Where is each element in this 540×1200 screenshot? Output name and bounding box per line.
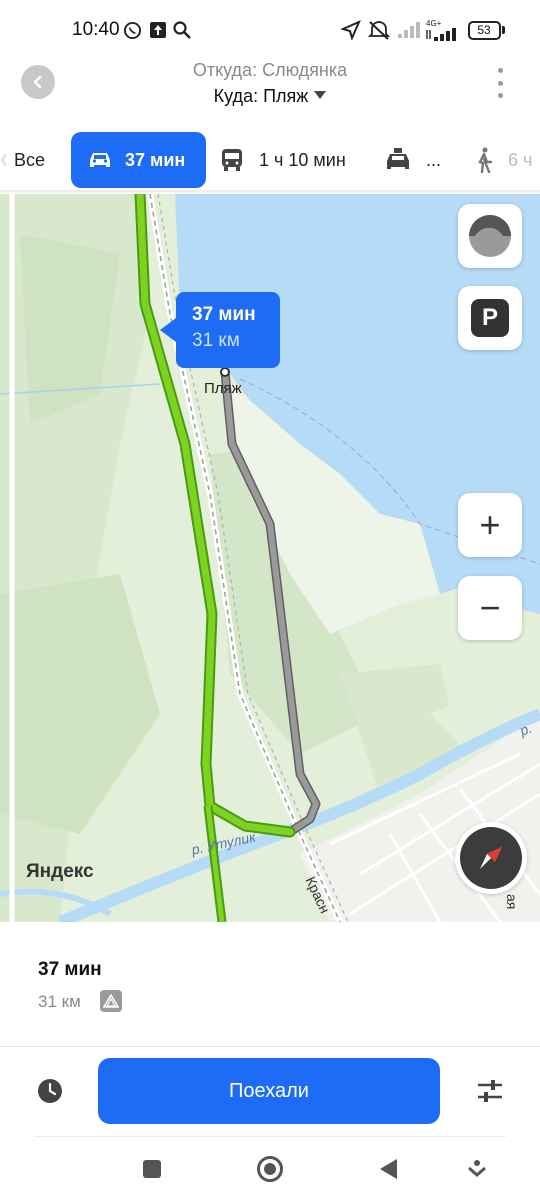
tab-label: ...: [426, 149, 442, 170]
route-settings-button[interactable]: [476, 1078, 504, 1104]
square-icon: [143, 1160, 161, 1178]
yandex-logo: Яндекс: [26, 861, 94, 882]
zoom-out-button[interactable]: −: [458, 576, 522, 640]
bus-icon: [221, 148, 243, 172]
network-type: 4G+: [426, 18, 442, 28]
battery-level: 53: [467, 20, 501, 40]
go-button[interactable]: Поехали: [98, 1058, 440, 1124]
zoom-in-button[interactable]: +: [458, 493, 522, 557]
tab-label: 6 ч: [508, 149, 533, 170]
bubble-time: 37 мин: [192, 304, 256, 325]
tab-label: Все: [14, 149, 46, 170]
transport-tabs: Все 37 мин 1 ч 10 мин ... 6 ч: [0, 132, 540, 188]
taxi-icon: [384, 147, 412, 173]
tab-all[interactable]: Все: [0, 132, 45, 188]
recents-button[interactable]: [137, 1154, 167, 1184]
status-bar: 10:40 4G+ 53: [0, 0, 540, 60]
route-to-label: Куда: Пляж: [213, 86, 309, 106]
mute-icon: [368, 19, 390, 41]
action-row: Поехали: [0, 1058, 540, 1124]
assistant-button[interactable]: [462, 1154, 492, 1184]
upload-icon: [148, 19, 168, 41]
route-time-bubble[interactable]: 37 мин 31 км: [160, 292, 280, 368]
summary-distance: 31 км: [38, 992, 81, 1011]
sliders-icon: [478, 1080, 502, 1102]
caret-down-icon: [314, 91, 327, 99]
more-menu-button[interactable]: [490, 68, 510, 98]
triangle-back-icon: [380, 1159, 397, 1179]
tab-label: 1 ч 10 мин: [259, 149, 346, 170]
destination-label: Пляж: [204, 380, 242, 397]
summary-divider: [0, 1046, 540, 1047]
system-nav-bar: [0, 1136, 540, 1200]
whatsapp-icon: [122, 19, 142, 41]
departure-time-button[interactable]: [37, 1078, 63, 1104]
compass-button[interactable]: [455, 822, 527, 894]
toll-road-icon: [100, 990, 122, 1012]
route-summary[interactable]: 37 мин 31 км: [0, 922, 540, 1046]
map-view[interactable]: Пляж р. Утулик р. Красн ая 37 мин 31 км …: [0, 194, 540, 922]
tab-bus[interactable]: 1 ч 10 мин: [221, 132, 346, 188]
tab-walk[interactable]: 6 ч: [474, 132, 532, 188]
signal-weak-icon: [398, 19, 422, 41]
route-from[interactable]: Откуда: Слюдянка: [0, 60, 540, 81]
plus-icon: +: [479, 504, 501, 545]
all-icon: [0, 152, 8, 168]
traffic-layer-button[interactable]: [458, 204, 522, 268]
summary-time: 37 мин: [38, 959, 102, 980]
walk-icon: [474, 147, 494, 173]
status-time: 10:40: [72, 19, 120, 40]
tab-label: 37 мин: [125, 149, 186, 170]
clock-icon: [38, 1079, 62, 1103]
tab-taxi[interactable]: ...: [384, 132, 441, 188]
route-header: Откуда: Слюдянка Куда: Пляж: [0, 60, 540, 132]
traffic-icon: [469, 215, 511, 257]
street-label-2: ая: [504, 894, 520, 910]
search-icon: [172, 19, 192, 41]
location-arrow-icon: [340, 19, 362, 41]
parking-icon: P: [471, 299, 509, 337]
circle-icon: [257, 1156, 283, 1182]
chevron-down-icon: [468, 1160, 486, 1177]
minus-icon: −: [479, 587, 501, 628]
back-nav-button[interactable]: [373, 1154, 403, 1184]
battery-icon: 53: [467, 19, 505, 41]
compass-icon: [480, 847, 502, 869]
parking-button[interactable]: P: [458, 286, 522, 350]
car-icon: [87, 150, 113, 170]
signal-4g-icon: 4G+: [426, 19, 462, 41]
tab-car[interactable]: 37 мин: [71, 132, 206, 188]
home-button[interactable]: [255, 1154, 285, 1184]
route-to[interactable]: Куда: Пляж: [0, 86, 540, 107]
bubble-distance: 31 км: [192, 330, 240, 351]
nav-divider: [34, 1136, 506, 1137]
